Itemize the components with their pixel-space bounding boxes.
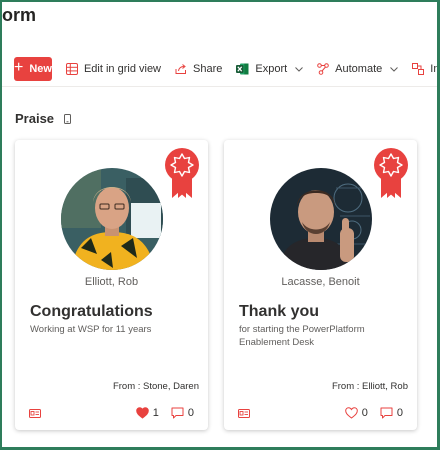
flow-icon: [317, 63, 329, 75]
export-button[interactable]: Export: [236, 63, 304, 75]
reaction-counts: 0 0: [344, 407, 403, 419]
share-icon: [175, 64, 187, 74]
heart-icon[interactable]: [344, 407, 358, 419]
avatar: [61, 168, 163, 270]
praise-from: From : Elliott, Rob: [331, 381, 408, 392]
plus-icon: +: [14, 59, 24, 76]
praise-description: Working at WSP for 11 years: [30, 324, 152, 335]
comment-count: 0: [396, 407, 403, 419]
card-footer: 0 0: [238, 405, 403, 421]
heart-icon[interactable]: [135, 407, 149, 419]
section-header: Praise: [15, 111, 72, 126]
card-footer: 1 0: [29, 405, 194, 421]
mobile-view-icon[interactable]: [64, 113, 72, 124]
praise-description: for starting the PowerPlatform Enablemen…: [239, 324, 365, 348]
praise-title: Congratulations: [30, 303, 153, 320]
edit-grid-view-button[interactable]: Edit in grid view: [65, 63, 162, 75]
praise-card[interactable]: Elliott, Rob Congratulations Working at …: [15, 140, 208, 430]
new-button-label: New: [29, 63, 52, 75]
like-count: 0: [361, 407, 368, 419]
award-ribbon-icon: [165, 148, 199, 198]
avatar: [270, 168, 372, 270]
share-label: Share: [193, 63, 223, 75]
praise-card[interactable]: Lacasse, Benoit Thank you for starting t…: [224, 140, 417, 430]
id-card-icon[interactable]: [29, 408, 41, 418]
command-bar-divider: [0, 86, 440, 87]
comment-icon[interactable]: [380, 407, 393, 419]
edit-grid-view-label: Edit in grid view: [83, 63, 162, 75]
praise-title: Thank you: [239, 303, 320, 320]
automate-label: Automate: [335, 63, 383, 75]
integrate-icon: [412, 63, 425, 75]
comment-count: 0: [187, 407, 194, 419]
integrate-label: Integ: [430, 63, 440, 75]
page-title: orm: [2, 5, 37, 25]
excel-icon: [236, 63, 249, 75]
chevron-down-icon: [390, 66, 399, 72]
id-card-icon[interactable]: [238, 408, 250, 418]
praise-from: From : Stone, Daren: [112, 381, 199, 392]
new-button[interactable]: + New: [14, 57, 52, 81]
automate-button[interactable]: Automate: [317, 63, 399, 75]
chevron-down-icon: [295, 66, 304, 72]
share-button[interactable]: Share: [175, 63, 222, 75]
grid-icon: [65, 63, 78, 75]
section-title: Praise: [15, 111, 55, 126]
person-name: Lacasse, Benoit: [281, 276, 360, 288]
like-count: 1: [152, 407, 159, 419]
integrate-button[interactable]: Integ: [412, 63, 440, 75]
comment-icon[interactable]: [171, 407, 184, 419]
command-bar: + New Edit in grid view Share Export Aut…: [0, 52, 440, 86]
reaction-counts: 1 0: [135, 407, 194, 419]
award-ribbon-icon: [374, 148, 408, 198]
person-name: Elliott, Rob: [84, 276, 139, 288]
export-label: Export: [255, 63, 288, 75]
